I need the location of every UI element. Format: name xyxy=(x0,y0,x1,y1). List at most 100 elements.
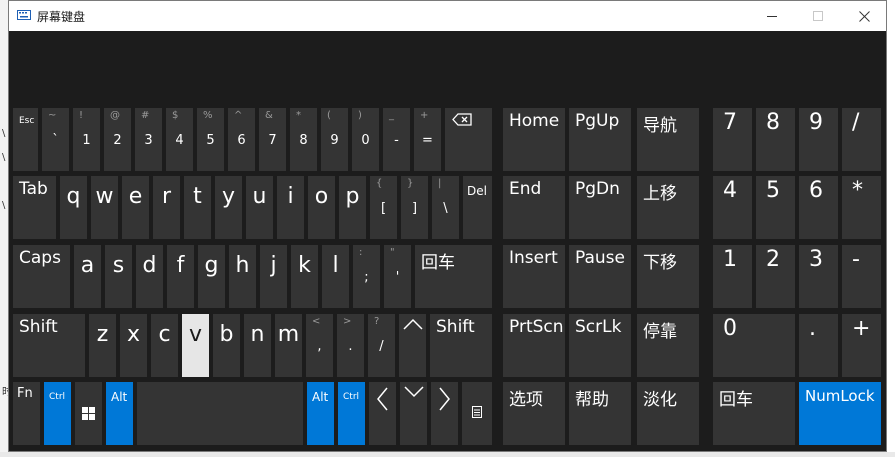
key-num-8[interactable]: 8 xyxy=(756,108,795,171)
key-s[interactable]: s xyxy=(105,245,132,308)
key-pause[interactable]: Pause xyxy=(569,245,631,308)
key-e[interactable]: e xyxy=(122,176,149,239)
key-enter[interactable]: 回车 xyxy=(415,245,492,308)
key-num-0[interactable]: 0 xyxy=(713,314,795,377)
key-1[interactable]: ! 1 xyxy=(73,108,100,171)
key-num-decimal[interactable]: . xyxy=(799,314,838,377)
key-y[interactable]: y xyxy=(215,176,242,239)
key-q[interactable]: q xyxy=(60,176,87,239)
key-f[interactable]: f xyxy=(167,245,194,308)
key-c[interactable]: c xyxy=(151,314,178,377)
key-pgup[interactable]: PgUp xyxy=(569,108,631,171)
key-comma[interactable]: < , xyxy=(306,314,333,377)
key-alt-right[interactable]: Alt xyxy=(307,382,334,445)
key-caps[interactable]: Caps xyxy=(13,245,70,308)
key-ctrl-right[interactable]: Ctrl xyxy=(338,382,365,445)
key-left-bracket[interactable]: { [ xyxy=(370,176,397,239)
key-i[interactable]: i xyxy=(277,176,304,239)
key-4[interactable]: $ 4 xyxy=(166,108,193,171)
key-0[interactable]: ) 0 xyxy=(352,108,379,171)
key-dock[interactable]: 停靠 xyxy=(637,314,699,377)
key-num-9[interactable]: 9 xyxy=(799,108,838,171)
key-num-1[interactable]: 1 xyxy=(713,245,752,308)
key-num-multiply[interactable]: * xyxy=(842,176,881,239)
key-quote[interactable]: " ' xyxy=(384,245,411,308)
key-num-5[interactable]: 5 xyxy=(756,176,795,239)
key-menu[interactable] xyxy=(462,382,492,445)
key-a[interactable]: a xyxy=(74,245,101,308)
key-tab[interactable]: Tab xyxy=(13,176,56,239)
key-w[interactable]: w xyxy=(91,176,118,239)
key-esc[interactable]: Esc xyxy=(13,108,38,171)
key-z[interactable]: z xyxy=(89,314,116,377)
key-5[interactable]: % 5 xyxy=(197,108,224,171)
key-insert[interactable]: Insert xyxy=(503,245,565,308)
key-r[interactable]: r xyxy=(153,176,180,239)
key-windows[interactable] xyxy=(75,382,102,445)
key-8[interactable]: * 8 xyxy=(290,108,317,171)
key-numlock[interactable]: NumLock xyxy=(799,382,881,445)
maximize-button[interactable] xyxy=(795,1,841,31)
key-num-2[interactable]: 2 xyxy=(756,245,795,308)
key-n[interactable]: n xyxy=(244,314,271,377)
key-t[interactable]: t xyxy=(184,176,211,239)
key-num-enter[interactable]: 回车 xyxy=(713,382,795,445)
minimize-button[interactable] xyxy=(749,1,795,31)
key-del[interactable]: Del xyxy=(463,176,492,239)
key-scrlk[interactable]: ScrLk xyxy=(569,314,631,377)
key-prtscn[interactable]: PrtScn xyxy=(503,314,565,377)
key-move-up[interactable]: 上移 xyxy=(637,176,699,239)
key-minus[interactable]: _ - xyxy=(383,108,410,171)
key-arrow-left[interactable] xyxy=(369,382,396,445)
key-backspace[interactable] xyxy=(445,108,492,171)
key-fn[interactable]: Fn xyxy=(13,382,40,445)
key-b[interactable]: b xyxy=(213,314,240,377)
key-num-6[interactable]: 6 xyxy=(799,176,838,239)
key-arrow-right[interactable] xyxy=(431,382,458,445)
key-num-plus[interactable]: + xyxy=(842,314,881,377)
key-x[interactable]: x xyxy=(120,314,147,377)
key-ctrl-left[interactable]: Ctrl xyxy=(44,382,71,445)
key-num-4[interactable]: 4 xyxy=(713,176,752,239)
key-nav[interactable]: 导航 xyxy=(637,108,699,171)
key-end[interactable]: End xyxy=(503,176,565,239)
key-3[interactable]: # 3 xyxy=(135,108,162,171)
key-fade[interactable]: 淡化 xyxy=(637,382,699,445)
key-2[interactable]: @ 2 xyxy=(104,108,131,171)
key-right-shift[interactable]: Shift xyxy=(430,314,492,377)
key-6[interactable]: ^ 6 xyxy=(228,108,255,171)
key-equals[interactable]: + = xyxy=(414,108,441,171)
key-k[interactable]: k xyxy=(291,245,318,308)
key-alt-left[interactable]: Alt xyxy=(106,382,133,445)
key-l[interactable]: l xyxy=(322,245,349,308)
key-o[interactable]: o xyxy=(308,176,335,239)
key-num-minus[interactable]: - xyxy=(842,245,881,308)
key-num-7[interactable]: 7 xyxy=(713,108,752,171)
key-slash[interactable]: ? / xyxy=(368,314,395,377)
key-period[interactable]: > . xyxy=(337,314,364,377)
key-j[interactable]: j xyxy=(260,245,287,308)
key-home[interactable]: Home xyxy=(503,108,565,171)
key-backtick[interactable]: ~ ` xyxy=(42,108,69,171)
key-semicolon[interactable]: : ; xyxy=(353,245,380,308)
key-options[interactable]: 选项 xyxy=(503,382,565,445)
key-num-3[interactable]: 3 xyxy=(799,245,838,308)
key-m[interactable]: m xyxy=(275,314,302,377)
key-space[interactable] xyxy=(137,382,303,445)
key-p[interactable]: p xyxy=(339,176,366,239)
key-left-shift[interactable]: Shift xyxy=(13,314,85,377)
key-num-divide[interactable]: / xyxy=(842,108,881,171)
key-arrow-down[interactable] xyxy=(400,382,427,445)
key-v[interactable]: v xyxy=(182,314,209,377)
key-9[interactable]: ( 9 xyxy=(321,108,348,171)
key-h[interactable]: h xyxy=(229,245,256,308)
key-g[interactable]: g xyxy=(198,245,225,308)
key-backslash[interactable]: | \ xyxy=(432,176,459,239)
key-7[interactable]: & 7 xyxy=(259,108,286,171)
key-right-bracket[interactable]: } ] xyxy=(401,176,428,239)
key-arrow-up[interactable] xyxy=(399,314,426,377)
key-help[interactable]: 帮助 xyxy=(569,382,631,445)
key-d[interactable]: d xyxy=(136,245,163,308)
key-move-down[interactable]: 下移 xyxy=(637,245,699,308)
title-bar[interactable]: 屏幕键盘 xyxy=(9,1,886,31)
